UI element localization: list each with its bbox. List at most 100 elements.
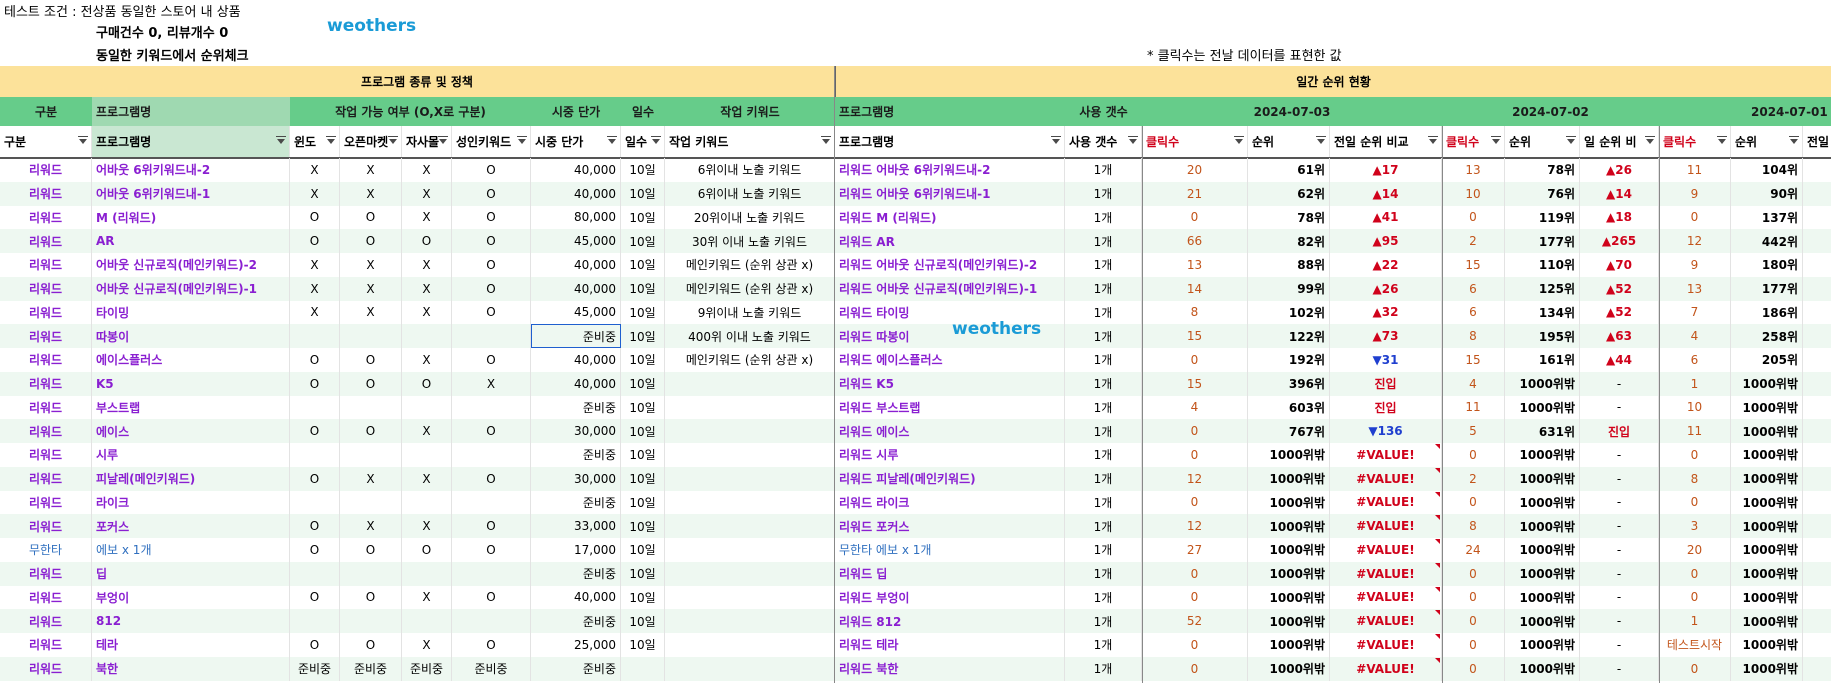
cell-j[interactable]: X — [402, 158, 452, 182]
cell-type[interactable]: 리워드 — [0, 181, 92, 206]
cell-type[interactable]: 리워드 — [0, 229, 92, 253]
cell-r3[interactable]: 1000위밖 — [1731, 538, 1803, 562]
cell-r1[interactable]: 1000위밖 — [1248, 538, 1330, 562]
cell-r2[interactable]: 76위 — [1505, 181, 1580, 206]
cell-r3[interactable]: 180위 — [1731, 253, 1803, 277]
cell-w[interactable]: O — [290, 633, 340, 657]
cell-o[interactable]: O — [340, 348, 402, 372]
cell-r2[interactable]: 1000위밖 — [1505, 466, 1580, 491]
filter-icon[interactable] — [1234, 136, 1244, 144]
cell-price[interactable]: 25,000 — [531, 633, 621, 657]
cell-w[interactable]: O — [290, 466, 340, 491]
cell-type[interactable]: 리워드 — [0, 253, 92, 277]
filter-icon[interactable] — [276, 136, 286, 144]
cell-r1[interactable]: 99위 — [1248, 276, 1330, 301]
cell-m2[interactable]: ▲18 — [1580, 205, 1659, 230]
spreadsheet[interactable]: 테스트 조건 : 전상품 동일한 스토어 내 상품 구매건수 0, 리뷰개수 0… — [0, 0, 1831, 683]
cell-w[interactable] — [290, 395, 340, 420]
cell-a[interactable]: O — [452, 181, 531, 206]
cell-r3[interactable]: 1000위밖 — [1731, 633, 1803, 657]
cell-p2[interactable]: 리워드 테라 — [835, 633, 1065, 657]
col-d2-rank[interactable]: 순위 — [1505, 126, 1580, 157]
cell-c3[interactable]: 1 — [1659, 609, 1731, 633]
cell-kw[interactable]: 20위이내 노출 키워드 — [665, 205, 835, 230]
cell-c2[interactable]: 0 — [1442, 443, 1505, 467]
filter-icon[interactable] — [1316, 136, 1326, 144]
cell-program[interactable]: 부엉이 — [92, 585, 290, 610]
cell-c3[interactable]: 20 — [1659, 538, 1731, 562]
cell-m1[interactable]: ▼136 — [1330, 419, 1442, 443]
cell-kw[interactable]: 30위 이내 노출 키워드 — [665, 229, 835, 253]
cell-a[interactable]: X — [452, 371, 531, 396]
cell-w[interactable]: O — [290, 229, 340, 253]
cell-r3[interactable]: 90위 — [1731, 181, 1803, 206]
cell-p2[interactable]: 리워드 부엉이 — [835, 585, 1065, 610]
cell-kw[interactable] — [665, 514, 835, 538]
col-price[interactable]: 시중 단가 — [531, 126, 621, 157]
cell-days[interactable]: 10일 — [621, 276, 665, 301]
cell-r2[interactable]: 1000위밖 — [1505, 538, 1580, 562]
cell-c2[interactable]: 0 — [1442, 205, 1505, 230]
cell-program[interactable]: 에이스 — [92, 419, 290, 443]
cell-price[interactable]: 준비중 — [531, 609, 621, 633]
cell-type[interactable]: 리워드 — [0, 419, 92, 443]
cell-c3[interactable]: 11 — [1659, 419, 1731, 443]
cell-p2[interactable]: 리워드 피날레(메인키워드) — [835, 466, 1065, 491]
filter-icon[interactable] — [326, 136, 336, 144]
cell-days[interactable]: 10일 — [621, 371, 665, 396]
cell-j[interactable]: X — [402, 348, 452, 372]
cell-p2[interactable]: 리워드 시루 — [835, 443, 1065, 467]
cell-c2[interactable]: 2 — [1442, 466, 1505, 491]
cell-type[interactable]: 리워드 — [0, 205, 92, 230]
cell-m1[interactable]: #VALUE! — [1330, 538, 1442, 562]
cell-c3[interactable]: 0 — [1659, 561, 1731, 586]
filter-icon[interactable] — [1051, 136, 1061, 144]
cell-c2[interactable]: 10 — [1442, 181, 1505, 206]
cell-kw[interactable] — [665, 585, 835, 610]
cell-m2[interactable]: - — [1580, 656, 1659, 681]
cell-c1[interactable]: 21 — [1142, 181, 1248, 206]
cell-j[interactable]: X — [402, 205, 452, 230]
info-line-3[interactable]: 동일한 키워드에서 순위체크 — [92, 42, 592, 66]
cell-days[interactable]: 10일 — [621, 561, 665, 586]
cell-c3[interactable]: 0 — [1659, 490, 1731, 515]
cell-c3[interactable]: 4 — [1659, 324, 1731, 348]
cell-m1[interactable]: #VALUE! — [1330, 585, 1442, 610]
cell-r1[interactable]: 1000위밖 — [1248, 585, 1330, 610]
cell-type[interactable]: 리워드 — [0, 656, 92, 681]
col-adult-keyword[interactable]: 성인키워드 — [452, 126, 531, 157]
cell-m2[interactable]: ▲52 — [1580, 276, 1659, 301]
cell-w[interactable] — [290, 324, 340, 348]
band2-availability[interactable]: 작업 가능 여부 (O,X로 구분) — [290, 97, 531, 126]
cell-o[interactable]: O — [340, 419, 402, 443]
cell-kw[interactable] — [665, 419, 835, 443]
cell-m2[interactable]: - — [1580, 609, 1659, 633]
cell-kw[interactable] — [665, 490, 835, 515]
cell-a[interactable]: O — [452, 538, 531, 562]
cell-program[interactable]: 포커스 — [92, 514, 290, 538]
cell-o[interactable]: 준비중 — [340, 656, 402, 681]
cell-c2[interactable]: 0 — [1442, 633, 1505, 657]
cell-program[interactable]: 에보 x 1개 — [92, 538, 290, 562]
cell-price[interactable]: 30,000 — [531, 466, 621, 491]
cell-c3[interactable]: 9 — [1659, 253, 1731, 277]
cell-c3[interactable]: 1 — [1659, 371, 1731, 396]
cell-j[interactable] — [402, 561, 452, 586]
cell-r1[interactable]: 1000위밖 — [1248, 609, 1330, 633]
cell-days[interactable]: 10일 — [621, 300, 665, 325]
cell-cnt[interactable]: 1개 — [1065, 538, 1142, 562]
col-days[interactable]: 일수 — [621, 126, 665, 157]
cell-m1[interactable]: ▲73 — [1330, 324, 1442, 348]
cell-kw[interactable] — [665, 656, 835, 681]
filter-icon[interactable] — [1566, 136, 1576, 144]
cell-w[interactable]: O — [290, 585, 340, 610]
cell-m1[interactable]: #VALUE! — [1330, 609, 1442, 633]
cell-r3[interactable]: 1000위밖 — [1731, 371, 1803, 396]
cell-r1[interactable]: 62위 — [1248, 181, 1330, 206]
cell-r1[interactable]: 1000위밖 — [1248, 490, 1330, 515]
col-keyword[interactable]: 작업 키워드 — [665, 126, 835, 157]
cell-days[interactable]: 10일 — [621, 609, 665, 633]
band2-date-3[interactable]: 2024-07-01 — [1659, 97, 1831, 126]
cell-m1[interactable]: 진입 — [1330, 395, 1442, 420]
cell-m1[interactable]: #VALUE! — [1330, 561, 1442, 586]
